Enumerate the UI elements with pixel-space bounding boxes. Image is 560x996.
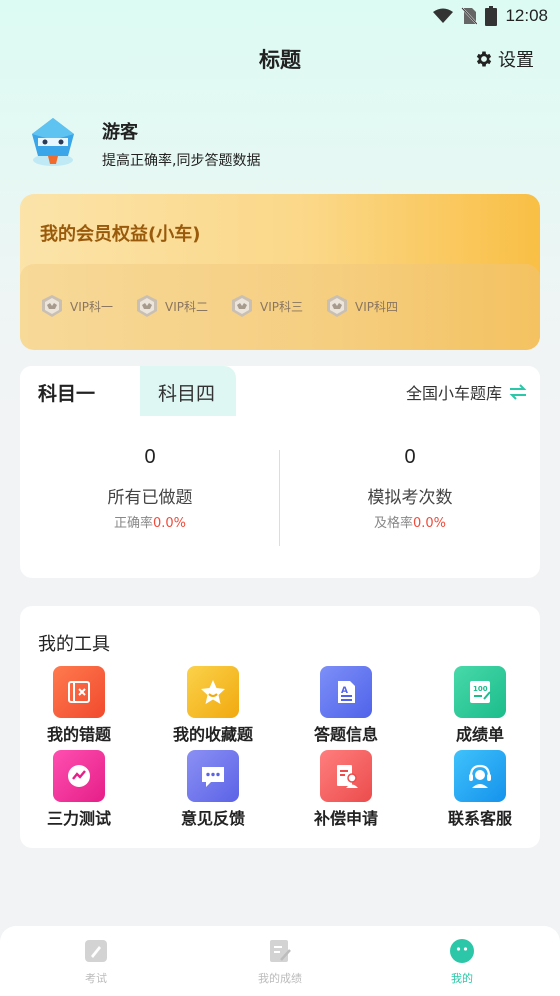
tools-title: 我的工具 [38,634,110,655]
profile-section[interactable]: 游客 提高正确率,同步答题数据 [22,112,542,182]
subject-tabs: 科目四 科目一 全国小车题库 [20,366,540,416]
tool-score-report[interactable]: 100 成绩单 [425,666,535,745]
status-time: 12:08 [505,6,548,25]
no-sim-icon [461,7,478,25]
status-bar: 12:08 [0,0,560,32]
tool-label: 意见反馈 [180,809,245,828]
answer-info-icon: A [320,666,372,718]
vip-badge-3[interactable]: VIP科三 [230,294,303,318]
stat-value: 0 [404,446,416,468]
vip-shield-icon [327,295,347,317]
vip-badge-label: VIP科一 [70,299,113,314]
stat-rate: 及格率0.0% [373,516,447,531]
nav-label: 我的成绩 [258,972,302,985]
nav-label: 我的 [451,972,473,985]
vip-badge-label: VIP科四 [355,299,398,314]
vip-badge-1[interactable]: VIP科一 [40,294,113,318]
nav-mine[interactable]: 我的 [392,938,532,986]
question-bank-label: 全国小车题库 [405,384,502,403]
vip-shield-icon [232,295,252,317]
score-report-icon: 100 [454,666,506,718]
tool-label: 三力测试 [46,809,111,828]
tool-label: 补偿申请 [313,809,378,828]
question-bank-switch[interactable]: 全国小车题库 [406,380,528,404]
nav-label: 考试 [85,972,107,985]
tool-label: 成绩单 [455,725,504,744]
feedback-icon [187,750,239,802]
wifi-icon [433,8,454,23]
vip-title: 我的会员权益(小车) [40,224,201,245]
mine-icon [450,939,474,963]
vip-shield-icon [42,295,62,317]
tool-customer-service[interactable]: 联系客服 [425,750,535,829]
tool-label: 答题信息 [313,725,378,744]
three-ability-test-icon [53,750,105,802]
stat-label: 所有已做题 [107,488,193,508]
nav-my-scores[interactable]: 我的成绩 [210,938,350,986]
vip-badge-4[interactable]: VIP科四 [325,294,398,318]
stat-mock-exams[interactable]: 0 模拟考次数 及格率0.0% [280,446,540,531]
vip-badge-panel: VIP科一 VIP科二 VIP科三 VIP科四 [20,264,540,350]
vip-benefits-card[interactable]: 我的会员权益(小车) VIP科一 VIP科二 VIP科三 VIP科四 [20,194,540,350]
svg-text:100: 100 [473,685,488,693]
tool-label: 我的错题 [46,725,111,744]
header: 标题 设置 [0,38,560,78]
tool-favorites[interactable]: 我的收藏题 [158,666,268,745]
tool-answer-info[interactable]: A 答题信息 [291,666,401,745]
settings-label: 设置 [498,50,534,71]
tool-label: 我的收藏题 [172,725,253,744]
subject-stats-card: 科目四 科目一 全国小车题库 0 所有已做题 正确率0.0% 0 模拟考次数 及… [20,366,540,578]
stat-rate: 正确率0.0% [113,516,187,531]
wrong-questions-icon [53,666,105,718]
vip-badge-label: VIP科三 [260,299,303,314]
tool-feedback[interactable]: 意见反馈 [158,750,268,829]
my-scores-icon [270,940,291,962]
tools-card: 我的工具 我的错题 我的收藏题 A 答题信息 100 成绩单 三力测试 意见反馈 [20,606,540,848]
username: 游客 [102,122,138,143]
tool-three-ability-test[interactable]: 三力测试 [24,750,134,829]
vip-shield-icon [137,295,157,317]
favorites-icon [187,666,239,718]
user-subtitle: 提高正确率,同步答题数据 [102,153,261,169]
gear-icon [476,51,492,67]
stats-panel: 0 所有已做题 正确率0.0% 0 模拟考次数 及格率0.0% [20,446,540,556]
customer-service-icon [454,750,506,802]
compensation-icon [320,750,372,802]
bottom-nav: 考试 我的成绩 我的 [0,926,560,996]
tool-wrong-questions[interactable]: 我的错题 [24,666,134,745]
svg-text:A: A [341,686,348,696]
tab-subject-one[interactable]: 科目一 [20,366,140,416]
tool-label: 联系客服 [447,809,512,828]
vip-badge-2[interactable]: VIP科二 [135,294,208,318]
nav-exam[interactable]: 考试 [26,938,166,986]
tool-compensation[interactable]: 补偿申请 [291,750,401,829]
battery-icon [485,6,498,26]
vip-badge-label: VIP科二 [165,299,208,314]
stat-value: 0 [144,446,156,468]
stat-label: 模拟考次数 [367,488,453,508]
stat-done-questions[interactable]: 0 所有已做题 正确率0.0% [20,446,280,531]
avatar[interactable] [22,112,84,174]
settings-button[interactable]: 设置 [474,46,534,72]
exam-icon [85,940,107,962]
swap-icon [509,384,527,400]
